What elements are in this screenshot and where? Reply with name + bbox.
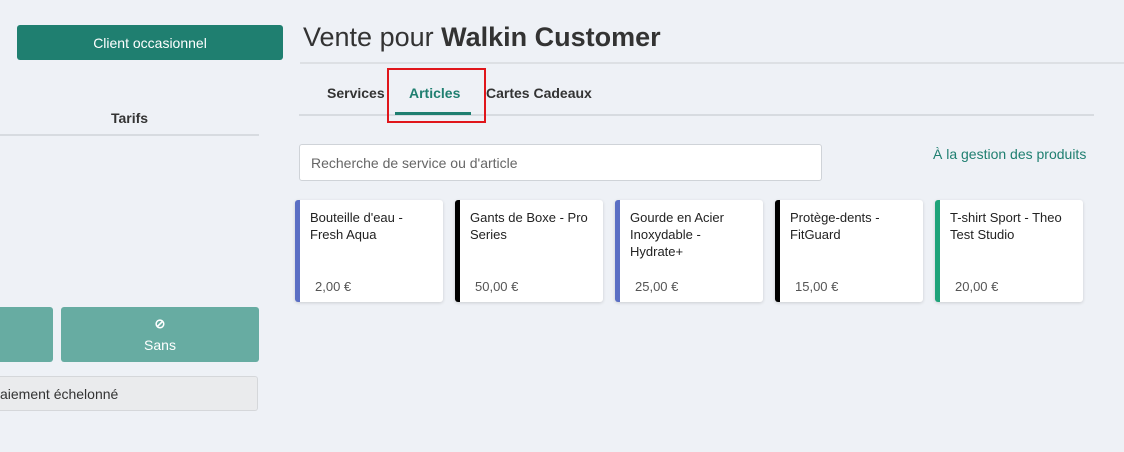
- title-prefix: Vente pour: [303, 22, 434, 52]
- paiement-echelonne-button[interactable]: aiement échelonné: [0, 376, 258, 411]
- client-occasionnel-button[interactable]: Client occasionnel: [17, 25, 283, 60]
- product-name: Gants de Boxe - Pro Series: [470, 210, 588, 242]
- product-card[interactable]: Gants de Boxe - Pro Series 50,00 €: [455, 200, 603, 302]
- product-name: Gourde en Acier Inoxydable - Hydrate+: [630, 210, 724, 259]
- payment-option-button[interactable]: [0, 307, 53, 362]
- product-name: Protège-dents - FitGuard: [790, 210, 880, 242]
- tarifs-header: Tarifs: [0, 110, 259, 136]
- product-price: 25,00 €: [635, 279, 679, 294]
- product-name: Bouteille d'eau - Fresh Aqua: [310, 210, 403, 242]
- product-price: 50,00 €: [475, 279, 519, 294]
- product-name: T-shirt Sport - Theo Test Studio: [950, 210, 1062, 242]
- sans-button[interactable]: ⊘ Sans: [61, 307, 259, 362]
- tab-services[interactable]: Services: [327, 85, 385, 101]
- title-customer: Walkin Customer: [441, 22, 661, 52]
- product-price: 15,00 €: [795, 279, 839, 294]
- page-title: Vente pour Walkin Customer: [303, 22, 661, 53]
- product-card[interactable]: Gourde en Acier Inoxydable - Hydrate+ 25…: [615, 200, 763, 302]
- highlight-box: [387, 68, 486, 123]
- title-divider: [300, 62, 1124, 64]
- product-card[interactable]: T-shirt Sport - Theo Test Studio 20,00 €: [935, 200, 1083, 302]
- sans-button-label: Sans: [144, 336, 176, 353]
- product-card[interactable]: Protège-dents - FitGuard 15,00 €: [775, 200, 923, 302]
- no-symbol-icon: ⊘: [154, 315, 166, 331]
- product-card[interactable]: Bouteille d'eau - Fresh Aqua 2,00 €: [295, 200, 443, 302]
- product-price: 20,00 €: [955, 279, 999, 294]
- product-price: 2,00 €: [315, 279, 352, 294]
- search-input[interactable]: [299, 144, 822, 181]
- tab-cartes-cadeaux[interactable]: Cartes Cadeaux: [486, 85, 592, 101]
- gestion-produits-link[interactable]: À la gestion des produits: [933, 146, 1086, 162]
